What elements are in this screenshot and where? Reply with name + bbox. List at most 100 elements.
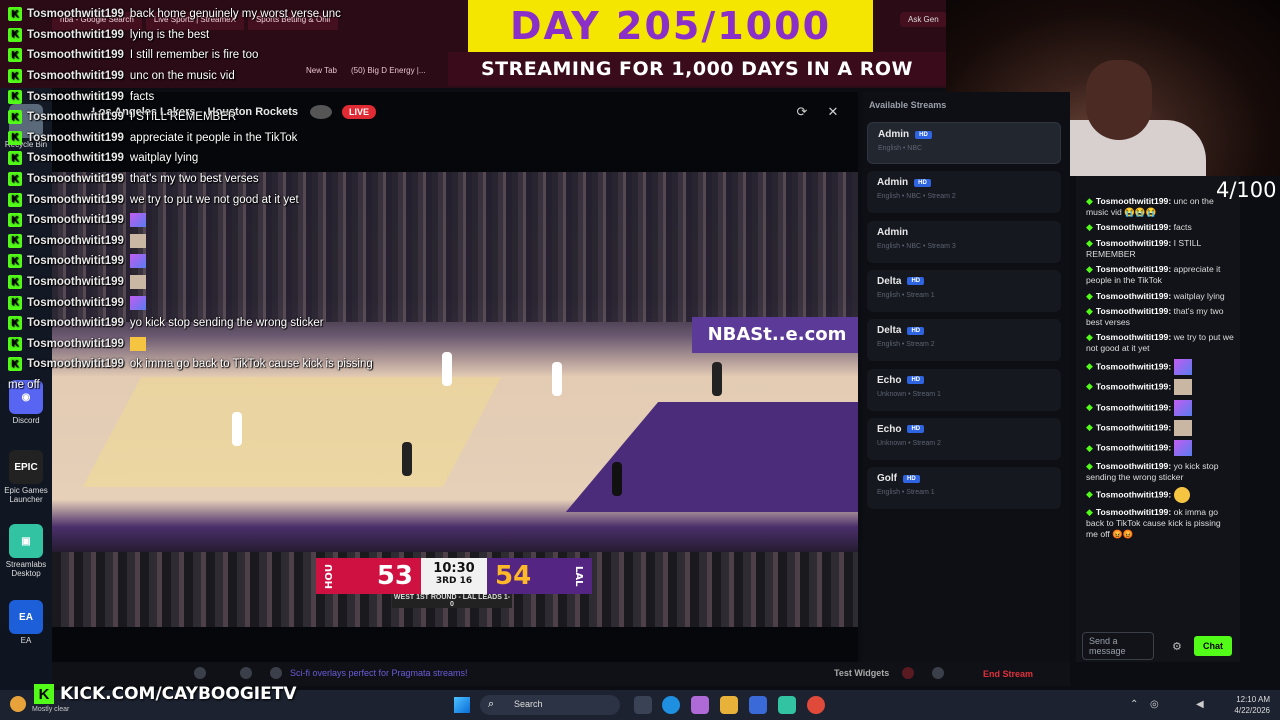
hd-badge: HD bbox=[907, 326, 925, 335]
chat-message: ◆ Tosmoothwitit199: appreciate it people … bbox=[1086, 264, 1234, 286]
arena-adboard: NBASt..e.com bbox=[692, 317, 858, 353]
chat-username[interactable]: Tosmoothwitit199: bbox=[1096, 332, 1171, 342]
kick-logo-icon: K bbox=[8, 275, 22, 290]
stream-option-admin[interactable]: Admin English • NBC • Stream 3 bbox=[867, 220, 1061, 263]
gem-badge-icon: ◆ bbox=[1086, 442, 1093, 453]
chart-icon[interactable] bbox=[240, 667, 252, 679]
record-icon[interactable] bbox=[902, 667, 914, 679]
stream-details: English • NBC • Stream 2 bbox=[877, 193, 956, 201]
overlay-chat-user: Tosmoothwitit199 bbox=[27, 358, 124, 371]
chevron-up-icon[interactable]: ⌃ bbox=[1130, 699, 1138, 710]
stream-option-echo[interactable]: Echo HD Unknown • Stream 2 bbox=[867, 417, 1061, 460]
emote-icon bbox=[1173, 358, 1192, 375]
stream-option-admin[interactable]: Admin HD English • NBC bbox=[867, 122, 1061, 164]
windows-start-icon[interactable] bbox=[454, 697, 470, 713]
chat-username[interactable]: Tosmoothwitit199: bbox=[1096, 291, 1171, 301]
overlay-chat-line: K Tosmoothwitit199 ok imma go back to TikT… bbox=[8, 354, 428, 375]
epic-games-icon[interactable]: EPIC Epic Games Launcher bbox=[4, 450, 48, 504]
close-icon[interactable]: ✕ bbox=[825, 104, 841, 120]
chat-username[interactable]: Tosmoothwitit199: bbox=[1096, 489, 1171, 499]
chat-message: ◆ Tosmoothwitit199: ok imma go back to Ti… bbox=[1086, 507, 1234, 540]
ea-icon[interactable]: EA EA bbox=[4, 600, 48, 645]
overlay-chat-user: Tosmoothwitit199 bbox=[27, 317, 124, 330]
day-counter-banner: DAY 205/1000 bbox=[468, 0, 873, 52]
chat-username[interactable]: Tosmoothwitit199: bbox=[1096, 196, 1171, 206]
stream-option-delta[interactable]: Delta HD English • Stream 2 bbox=[867, 319, 1061, 362]
gear-icon[interactable]: ⚙ bbox=[1172, 640, 1182, 653]
quarter: 3RD 16 bbox=[435, 576, 473, 586]
stream-name: Echo HD bbox=[877, 375, 1051, 386]
gem-badge-icon: ◆ bbox=[1086, 422, 1093, 433]
stream-name-label: Admin bbox=[878, 129, 910, 140]
streams-title: Available Streams bbox=[869, 100, 947, 110]
sparkle-icon[interactable] bbox=[270, 667, 282, 679]
chat-input[interactable]: Send a message bbox=[1082, 632, 1154, 660]
chat-username[interactable]: Tosmoothwitit199: bbox=[1096, 443, 1171, 453]
taskbar-search[interactable]: ⌕ Search bbox=[480, 695, 620, 715]
chat-message: ◆ Tosmoothwitit199: facts bbox=[1086, 222, 1234, 233]
overlay-chat-user: Tosmoothwitit199 bbox=[27, 49, 124, 62]
streamlabs-icon[interactable]: ▣ Streamlabs Desktop bbox=[4, 524, 48, 578]
copilot-icon[interactable] bbox=[691, 696, 709, 714]
stream-name-label: Echo bbox=[877, 423, 902, 435]
network-icon[interactable]: ◎ bbox=[1150, 699, 1159, 710]
stream-option-golf[interactable]: Golf HD English • Stream 1 bbox=[867, 467, 1061, 510]
end-stream-button[interactable]: End Stream bbox=[964, 665, 1052, 683]
overlay-chat-line: K Tosmoothwitit199 I STILL REMEMBER bbox=[8, 107, 428, 128]
overlay-chat-user: Tosmoothwitit199 bbox=[27, 255, 124, 268]
lal-score: 54 bbox=[495, 561, 532, 591]
chat-username[interactable]: Tosmoothwitit199: bbox=[1096, 381, 1171, 391]
chat-username[interactable]: Tosmoothwitit199: bbox=[1096, 402, 1171, 412]
emote-icon bbox=[1173, 419, 1192, 436]
refresh-icon[interactable]: ⟳ bbox=[794, 104, 810, 120]
overlay-chat-line: K Tosmoothwitit199 lying is the best bbox=[8, 25, 428, 46]
edge-icon[interactable] bbox=[662, 696, 680, 714]
chat-username[interactable]: Tosmoothwitit199: bbox=[1096, 461, 1171, 471]
weather-icon[interactable] bbox=[10, 696, 26, 712]
stream-option-admin[interactable]: Admin HD English • NBC • Stream 2 bbox=[867, 171, 1061, 214]
chat-message: ◆ Tosmoothwitit199: I STILL REMEMBER bbox=[1086, 238, 1234, 260]
emote-icon bbox=[129, 233, 146, 248]
test-widgets-button[interactable]: Test Widgets bbox=[834, 668, 889, 678]
overlay-chat-line: K Tosmoothwitit199 I still remember is fir… bbox=[8, 45, 428, 66]
chat-username[interactable]: Tosmoothwitit199: bbox=[1096, 238, 1171, 248]
chat-username[interactable]: Tosmoothwitit199: bbox=[1096, 422, 1171, 432]
overlay-chat-line: K Tosmoothwitit199 bbox=[8, 231, 428, 252]
user-icon[interactable] bbox=[194, 667, 206, 679]
chat-username[interactable]: Tosmoothwitit199: bbox=[1096, 306, 1171, 316]
stream-option-delta[interactable]: Delta HD English • Stream 1 bbox=[867, 269, 1061, 312]
chat-username[interactable]: Tosmoothwitit199: bbox=[1096, 264, 1171, 274]
overlay-chat-message: I still remember is fire too bbox=[129, 49, 259, 62]
overlay-chat-user: Tosmoothwitit199 bbox=[27, 8, 124, 21]
stream-details: English • Stream 1 bbox=[877, 489, 935, 497]
chat-send-button[interactable]: Chat bbox=[1194, 636, 1232, 656]
promo-text[interactable]: Sci-fi overlays perfect for Pragmata str… bbox=[290, 668, 468, 678]
chat-username[interactable]: Tosmoothwitit199: bbox=[1096, 361, 1171, 371]
hd-badge: HD bbox=[915, 130, 932, 139]
gem-badge-icon: ◆ bbox=[1086, 332, 1093, 343]
overlay-chat: K Tosmoothwitit199 back home genuinely my … bbox=[8, 4, 428, 395]
hd-badge: HD bbox=[907, 277, 925, 286]
gem-badge-icon: ◆ bbox=[1086, 264, 1093, 275]
emote-icon bbox=[129, 213, 146, 228]
chat-message: ◆ Tosmoothwitit199: waitplay lying bbox=[1086, 291, 1234, 302]
chrome-icon[interactable] bbox=[807, 696, 825, 714]
streamlabs-taskbar-icon[interactable] bbox=[778, 696, 796, 714]
gem-badge-icon: ◆ bbox=[1086, 401, 1093, 412]
clock[interactable]: 12:10 AM 4/22/2026 bbox=[1180, 694, 1270, 716]
emote-icon bbox=[1173, 487, 1190, 504]
chat-username[interactable]: Tosmoothwitit199: bbox=[1096, 507, 1171, 517]
stream-name: Delta HD bbox=[877, 325, 1051, 336]
task-view-icon[interactable] bbox=[634, 696, 652, 714]
chat-username[interactable]: Tosmoothwitit199: bbox=[1096, 222, 1171, 232]
tab-ask-gen[interactable]: Ask Gen bbox=[900, 12, 947, 27]
file-explorer-icon[interactable] bbox=[720, 696, 738, 714]
store-icon[interactable] bbox=[749, 696, 767, 714]
overlay-chat-user: Tosmoothwitit199 bbox=[27, 173, 124, 186]
hd-badge: HD bbox=[914, 178, 931, 187]
series-status: WEST 1ST ROUND - LAL LEADS 1-0 bbox=[392, 594, 512, 608]
stream-option-echo[interactable]: Echo HD Unknown • Stream 1 bbox=[867, 368, 1061, 411]
emote-icon bbox=[1173, 440, 1192, 457]
replay-icon[interactable] bbox=[932, 667, 944, 679]
stream-name: Admin HD bbox=[877, 177, 1051, 188]
